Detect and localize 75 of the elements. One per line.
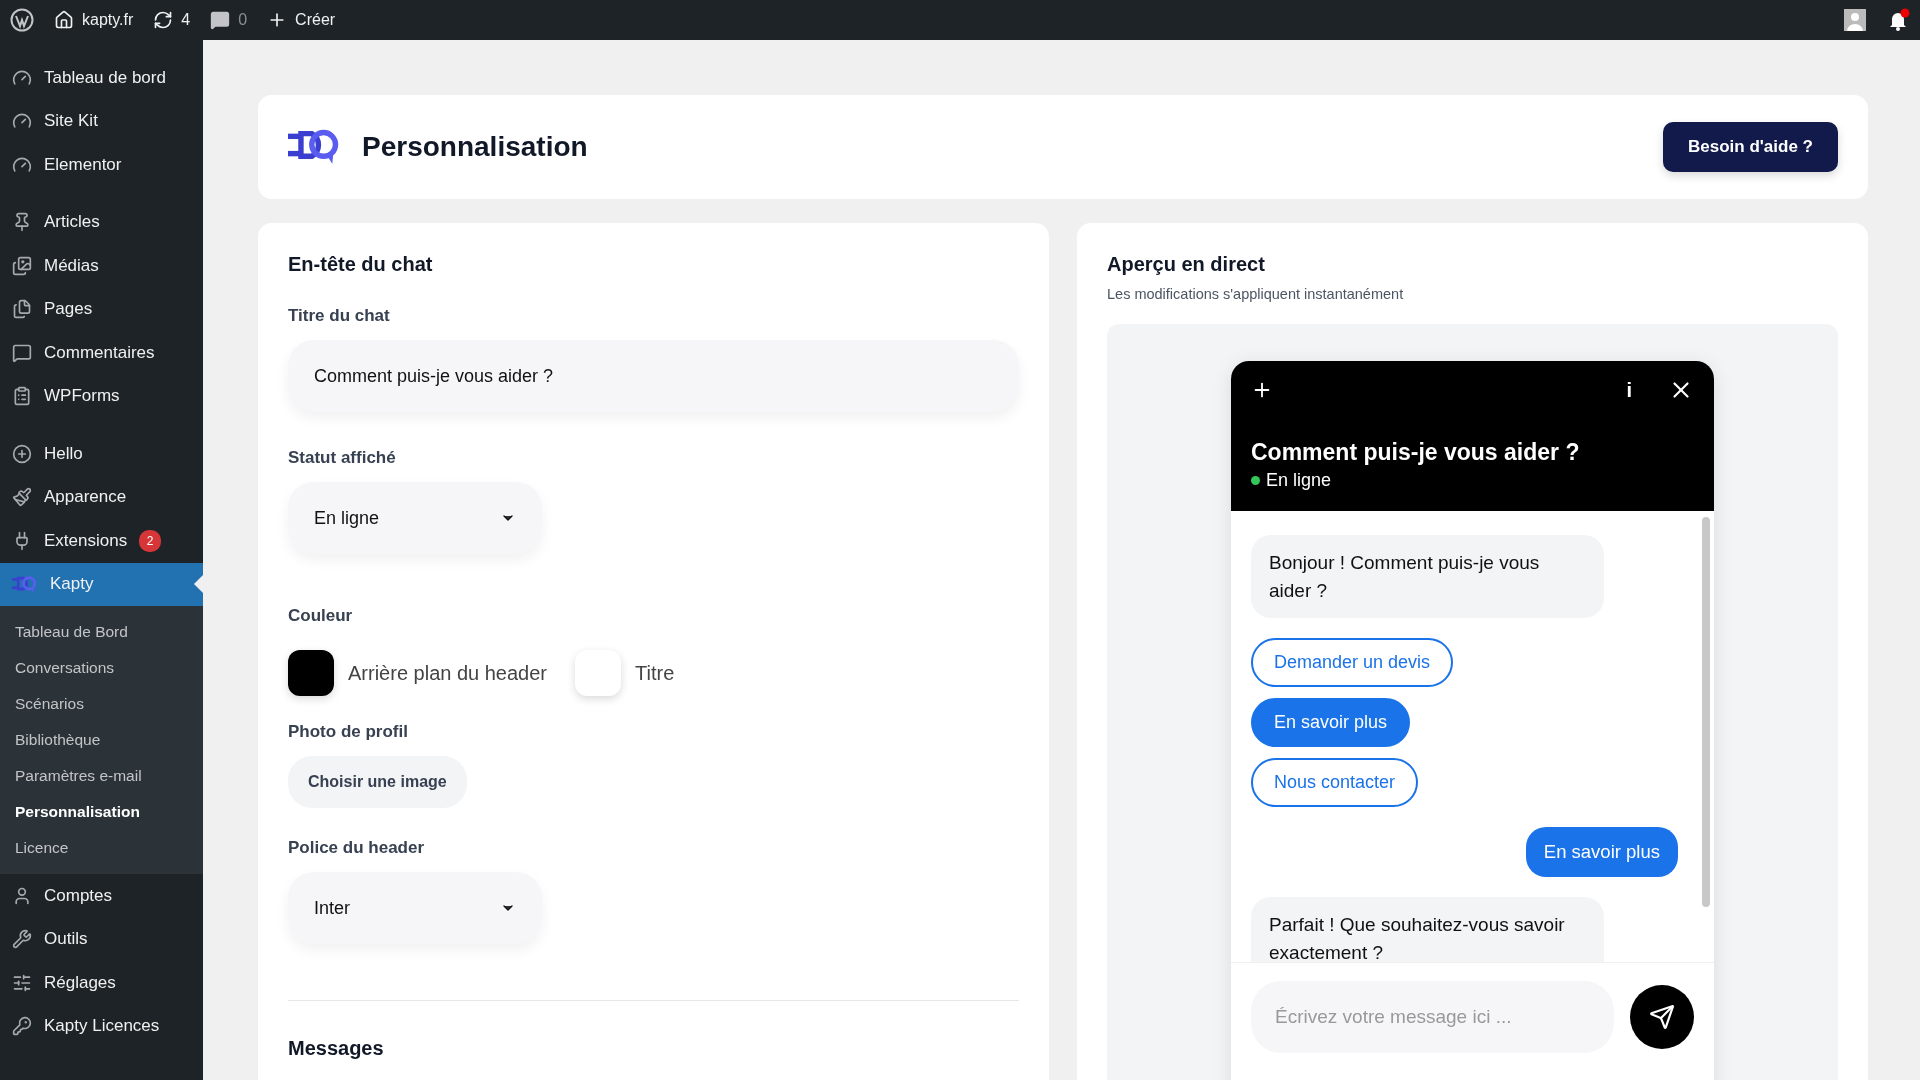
comments-link[interactable]: 0 — [210, 10, 248, 30]
swatch-label: Arrière plan du header — [348, 661, 547, 685]
submenu-item[interactable]: Tableau de Bord — [0, 614, 203, 650]
form-icon — [12, 386, 32, 407]
submenu-item[interactable]: Scénarios — [0, 686, 203, 722]
field-label: Police du header — [288, 838, 426, 858]
sidebar-item[interactable]: Elementor — [0, 143, 203, 187]
bot-message: Parfait ! Que souhaitez-vous savoir exactement ? — [1251, 897, 1604, 962]
sidebar-item[interactable]: Commentaires — [0, 331, 203, 375]
sidebar-item[interactable]: Apparence — [0, 475, 203, 519]
status-select[interactable]: En ligne — [288, 482, 542, 554]
preview-subtitle: Les modifications s'appliquent instantanément — [1107, 286, 1405, 302]
field-label: Statut affiché — [288, 448, 397, 468]
submenu-item[interactable]: Paramètres e-mail — [0, 758, 203, 794]
count-badge: 2 — [139, 529, 162, 552]
wordpress-logo-icon[interactable] — [10, 8, 34, 32]
swatch-label: Titre — [635, 661, 675, 685]
scrollbar[interactable] — [1702, 517, 1710, 907]
speech-bubble-icon — [12, 342, 32, 363]
plus-circle-icon — [12, 443, 32, 464]
home-icon — [54, 10, 74, 30]
pin-icon — [12, 212, 32, 233]
user-message: En savoir plus — [1525, 827, 1678, 878]
key-icon — [12, 1016, 32, 1037]
sidebar-item[interactable]: Kapty — [0, 562, 203, 606]
field-label: Titre du chat — [288, 306, 391, 326]
paintbrush-icon — [12, 487, 32, 508]
pages-icon — [12, 299, 32, 320]
page-title: Personnalisation — [362, 131, 589, 163]
wrench-icon — [12, 929, 32, 950]
create-link[interactable]: Créer — [267, 10, 336, 30]
section-title: Messages — [288, 1037, 385, 1060]
font-select[interactable]: Inter — [288, 872, 542, 944]
refresh-icon — [153, 10, 174, 30]
color-swatch[interactable] — [575, 650, 621, 696]
submenu-item[interactable]: Personnalisation — [0, 794, 203, 830]
help-button[interactable]: Besoin d'aide ? — [1663, 122, 1838, 172]
user-icon — [12, 885, 32, 906]
chat-status: En ligne — [1266, 470, 1332, 491]
sidebar-item[interactable]: WPForms — [0, 374, 203, 418]
sliders-icon — [12, 972, 32, 993]
speech-bubble-icon — [210, 10, 231, 30]
status-dot — [1251, 476, 1260, 485]
color-swatch[interactable] — [288, 650, 334, 696]
sidebar-item[interactable]: Hello — [0, 432, 203, 476]
sidebar-item[interactable]: Pages — [0, 287, 203, 331]
send-icon — [1649, 1004, 1675, 1030]
sidebar-item[interactable]: Tableau de bord — [0, 56, 203, 100]
field-label: Photo de profil — [288, 722, 409, 742]
submenu-item[interactable]: Licence — [0, 830, 203, 866]
updates-link[interactable]: 4 — [153, 10, 191, 30]
site-link[interactable]: kapty.fr — [54, 10, 134, 30]
submenu-item[interactable]: Conversations — [0, 650, 203, 686]
field-label: Couleur — [288, 606, 354, 626]
choose-image-button[interactable]: Choisir une image — [288, 756, 467, 808]
chat-title: Comment puis-je vous aider ? — [1251, 439, 1581, 466]
submenu-item[interactable]: Bibliothèque — [0, 722, 203, 758]
sidebar-item[interactable]: Médias — [0, 244, 203, 288]
section-title: En-tête du chat — [288, 253, 434, 276]
quick-reply-button[interactable]: Demander un devis — [1251, 638, 1454, 688]
bot-message: Bonjour ! Comment puis-je vous aider ? — [1251, 535, 1604, 619]
message-input[interactable]: Écrivez votre message ici ... — [1251, 981, 1614, 1053]
sidebar-item[interactable]: Articles — [0, 200, 203, 244]
section-title: Aperçu en direct — [1107, 253, 1266, 276]
sidebar-item[interactable]: Réglages — [0, 961, 203, 1005]
sidebar-item[interactable]: Site Kit — [0, 99, 203, 143]
quick-reply-button[interactable]: En savoir plus — [1251, 698, 1411, 748]
images-icon — [12, 255, 32, 276]
sidebar-item[interactable]: Comptes — [0, 874, 203, 918]
input-field[interactable]: Comment puis-je vous aider ? — [288, 340, 1019, 412]
info-button[interactable]: i — [1626, 378, 1632, 402]
quick-reply-button[interactable]: Nous contacter — [1251, 758, 1419, 808]
sidebar-item[interactable]: Extensions 2 — [0, 519, 203, 563]
sidebar-item[interactable]: Outils — [0, 917, 203, 961]
sidebar-item[interactable]: Kapty Licences — [0, 1004, 203, 1048]
